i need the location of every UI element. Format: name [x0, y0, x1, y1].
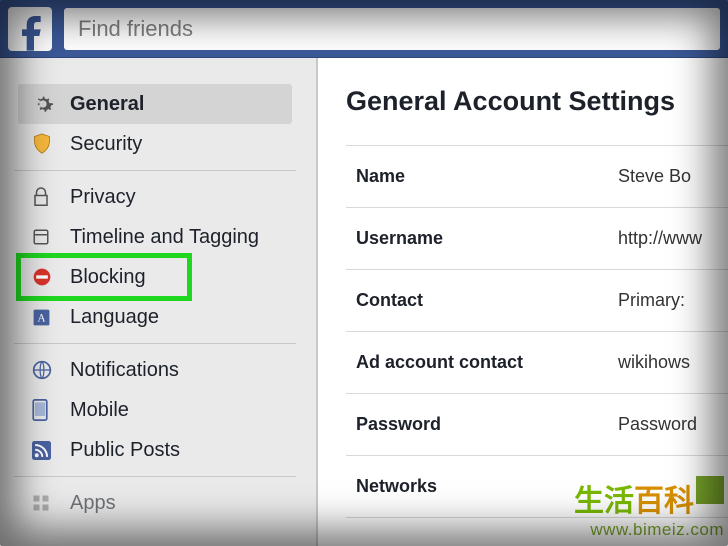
shield-icon	[32, 133, 62, 155]
settings-row-name[interactable]: Name Steve Bo	[346, 145, 728, 207]
page-title: General Account Settings	[346, 86, 728, 117]
sidebar-item-notifications[interactable]: Notifications	[18, 350, 292, 390]
content: General Security Privacy Timeline and Ta…	[0, 58, 728, 546]
settings-value: Steve Bo	[618, 166, 728, 187]
settings-label: Contact	[356, 290, 618, 311]
sidebar-item-mobile[interactable]: Mobile	[18, 390, 292, 430]
facebook-logo[interactable]	[8, 7, 52, 51]
mobile-icon	[32, 399, 62, 421]
lock-icon	[32, 187, 62, 207]
sidebar-item-general[interactable]: General	[18, 84, 292, 124]
sidebar-label: Blocking	[70, 266, 146, 289]
sidebar-item-public-posts[interactable]: Public Posts	[18, 430, 292, 470]
sidebar-label: Apps	[70, 492, 116, 515]
sidebar-label: Notifications	[70, 359, 179, 382]
sidebar-label: Public Posts	[70, 439, 180, 462]
language-icon: A	[32, 308, 62, 327]
settings-label: Password	[356, 414, 618, 435]
settings-value: wikihows	[618, 352, 728, 373]
settings-row-ad-contact[interactable]: Ad account contact wikihows	[346, 331, 728, 393]
settings-table: Name Steve Bo Username http://www Contac…	[346, 145, 728, 518]
settings-label: Username	[356, 228, 618, 249]
sidebar-item-language[interactable]: A Language	[18, 297, 292, 337]
rss-icon	[32, 441, 62, 460]
watermark-url: www.bimeiz.com	[574, 520, 724, 540]
settings-row-contact[interactable]: Contact Primary:	[346, 269, 728, 331]
sidebar-label: Timeline and Tagging	[70, 226, 259, 249]
settings-row-password[interactable]: Password Password	[346, 393, 728, 455]
watermark-cn: 生活百科	[574, 476, 724, 520]
sidebar-label: Privacy	[70, 186, 136, 209]
sidebar-label: Security	[70, 133, 142, 156]
sidebar-item-blocking[interactable]: Blocking	[18, 257, 292, 297]
top-bar	[0, 0, 728, 58]
blocking-icon	[32, 267, 62, 287]
timeline-icon	[32, 227, 62, 247]
main-panel: General Account Settings Name Steve Bo U…	[318, 58, 728, 546]
sidebar: General Security Privacy Timeline and Ta…	[0, 58, 318, 546]
sidebar-item-timeline[interactable]: Timeline and Tagging	[18, 217, 292, 257]
settings-label: Name	[356, 166, 618, 187]
settings-value: http://www	[618, 228, 728, 249]
search-input[interactable]	[64, 8, 720, 50]
watermark: 生活百科 www.bimeiz.com	[574, 476, 724, 540]
sidebar-label: Mobile	[70, 399, 129, 422]
sidebar-label: Language	[70, 306, 159, 329]
settings-label: Ad account contact	[356, 352, 618, 373]
apps-icon	[32, 494, 62, 512]
settings-value: Password	[618, 414, 728, 435]
sidebar-item-privacy[interactable]: Privacy	[18, 177, 292, 217]
sidebar-label: General	[70, 93, 144, 116]
globe-icon	[32, 360, 62, 380]
settings-value: Primary:	[618, 290, 728, 311]
sidebar-group-notifications: Notifications Mobile Public Posts	[14, 344, 296, 477]
sidebar-group-account: General Security	[14, 78, 296, 171]
sidebar-item-security[interactable]: Security	[18, 124, 292, 164]
settings-row-username[interactable]: Username http://www	[346, 207, 728, 269]
facebook-f-icon	[14, 13, 46, 51]
sidebar-group-privacy: Privacy Timeline and Tagging Blocking A …	[14, 171, 296, 344]
sidebar-group-apps: Apps	[14, 477, 296, 529]
gears-icon	[32, 93, 62, 115]
svg-text:A: A	[37, 312, 45, 324]
sidebar-item-apps[interactable]: Apps	[18, 483, 292, 523]
